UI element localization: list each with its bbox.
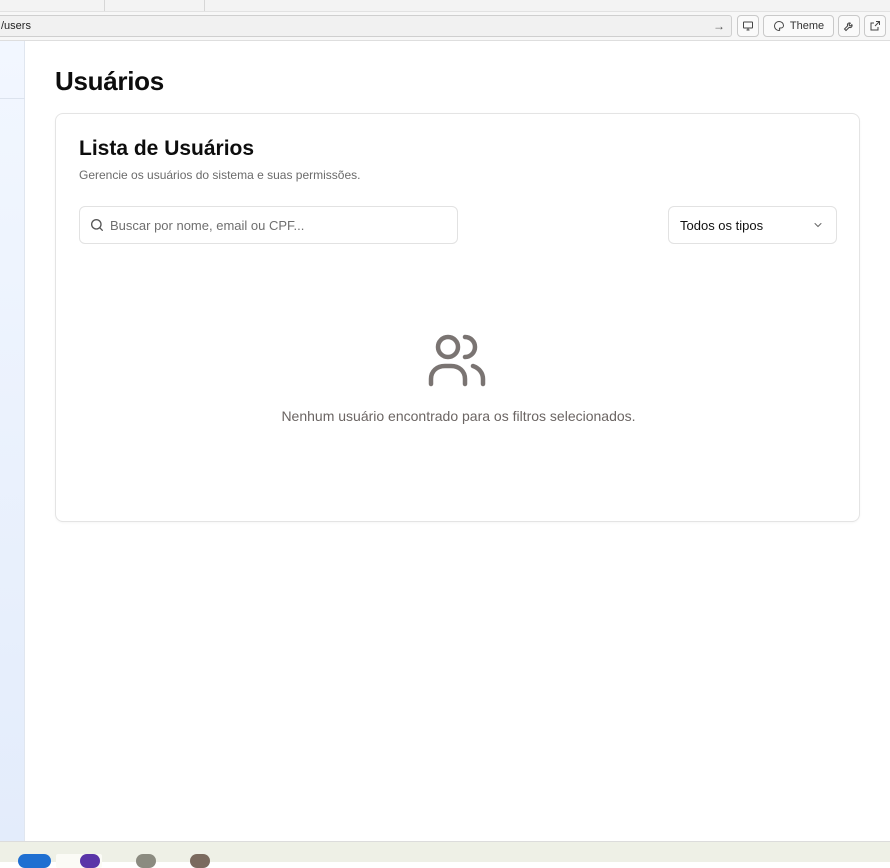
card-subtitle: Gerencie os usuários do sistema e suas p…	[79, 168, 361, 182]
sidebar	[0, 41, 25, 841]
address-bar[interactable]: /users →	[0, 15, 732, 37]
taskbar-app-icon[interactable]	[136, 854, 156, 868]
chevron-down-icon	[814, 223, 822, 228]
taskbar-app-icon[interactable]	[18, 854, 51, 868]
theme-button[interactable]: Theme	[763, 15, 834, 37]
taskbar-app-icon[interactable]	[80, 854, 100, 868]
users-card: Lista de Usuários Gerencie os usuários d…	[55, 113, 860, 522]
monitor-icon	[743, 21, 753, 31]
search-input[interactable]	[110, 207, 450, 243]
search-icon	[91, 219, 103, 231]
address-bar-text: /users	[1, 20, 31, 32]
wrench-icon	[843, 22, 853, 32]
type-filter-select[interactable]: Todos os tipos	[668, 206, 837, 244]
wrench-button[interactable]	[838, 15, 860, 37]
users-icon	[428, 334, 486, 387]
page-title: Usuários	[55, 66, 164, 96]
browser-toolbar: /users → Theme	[0, 12, 890, 41]
browser-tab[interactable]	[0, 0, 105, 11]
arrow-right-icon[interactable]: →	[713, 16, 725, 36]
empty-state-message: Nenhum usuário encontrado para os filtro…	[281, 408, 636, 424]
external-link-icon	[870, 21, 880, 31]
monitor-button[interactable]	[737, 15, 759, 37]
browser-tab[interactable]	[105, 0, 205, 11]
search-box	[79, 206, 458, 244]
browser-tab-strip	[0, 0, 890, 12]
taskbar-app-icon[interactable]	[190, 854, 210, 868]
taskbar	[0, 841, 890, 868]
palette-icon	[773, 20, 784, 32]
sidebar-divider	[0, 98, 25, 99]
theme-button-label: Theme	[789, 20, 825, 32]
card-title: Lista de Usuários	[79, 137, 255, 160]
open-external-button[interactable]	[864, 15, 886, 37]
type-filter-value: Todos os tipos	[680, 218, 764, 233]
